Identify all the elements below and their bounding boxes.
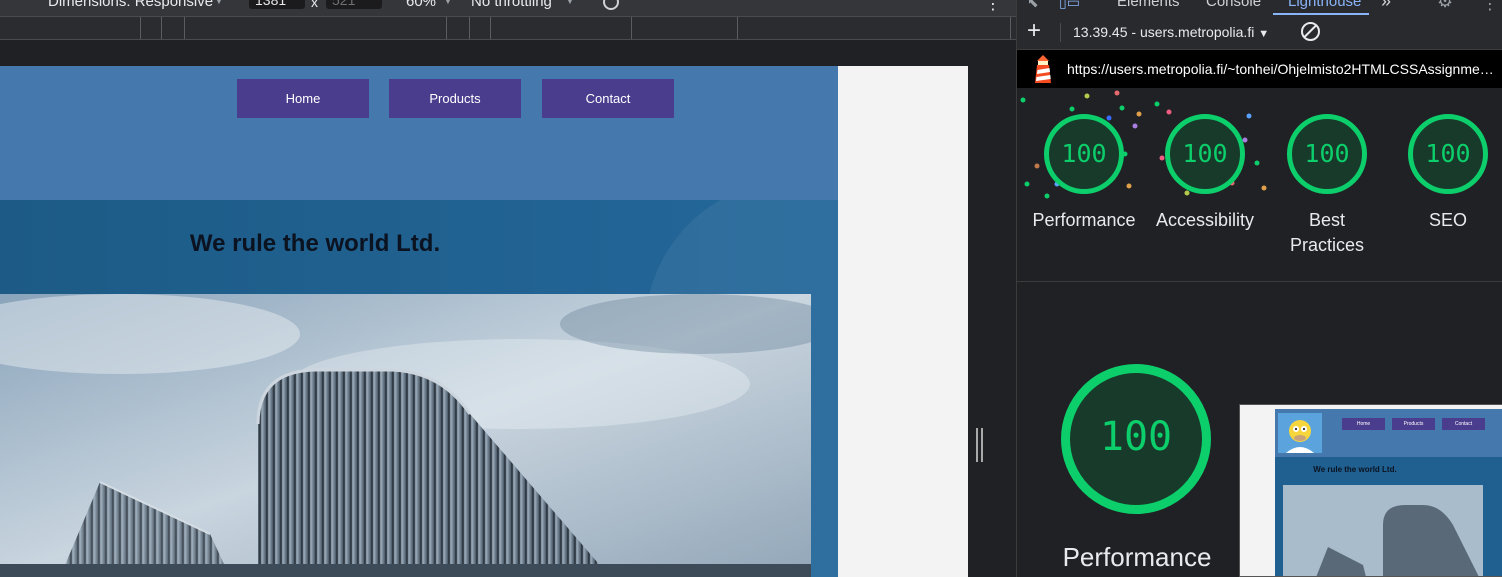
report-select[interactable]: 13.39.45 - users.metropolia.fi ▼ xyxy=(1073,24,1269,40)
toolbar-divider xyxy=(1060,23,1061,42)
device-toolbar-icon[interactable]: ▯▭ xyxy=(1059,0,1080,11)
add-report-button[interactable]: + xyxy=(1027,19,1041,43)
height-input[interactable]: 521 xyxy=(326,0,382,9)
more-options-icon[interactable]: ⋮ xyxy=(985,0,1001,14)
devtools-panel: ⬉ ▯▭ Elements Console Lighthouse » ⚙ ⋮ +… xyxy=(1016,0,1502,577)
lighthouse-logo-icon xyxy=(1035,55,1051,83)
page-screenshot-thumbnail[interactable]: Home Products Contact We rule the world … xyxy=(1239,404,1502,577)
devtools-tab-bar: ⬉ ▯▭ Elements Console Lighthouse » ⚙ ⋮ xyxy=(1017,0,1502,16)
performance-score-gauge[interactable]: 100 xyxy=(1044,114,1124,194)
chevron-down-icon[interactable]: ▼ xyxy=(565,0,575,7)
score-value: 100 xyxy=(1304,139,1350,168)
thumbnail-nav-products: Products xyxy=(1392,418,1435,430)
chevron-down-icon: ▼ xyxy=(1258,28,1270,40)
score-value: 100 xyxy=(1061,139,1107,168)
thumbnail-nav-home: Home xyxy=(1342,418,1385,430)
dimensions-select[interactable]: Dimensions: Responsive xyxy=(48,0,213,10)
thumbnail-nav-contact: Contact xyxy=(1442,418,1485,430)
site-title: We rule the world Ltd. xyxy=(189,230,441,257)
accessibility-score-gauge[interactable]: 100 xyxy=(1165,114,1245,194)
score-value: 100 xyxy=(1099,414,1173,460)
performance-detail-gauge: 100 xyxy=(1061,364,1211,514)
seo-score-gauge[interactable]: 100 xyxy=(1408,114,1488,194)
media-query-ruler[interactable] xyxy=(0,16,1016,40)
nav-home-button[interactable]: Home xyxy=(237,79,369,118)
performance-heading: Performance xyxy=(1062,542,1212,572)
more-tabs-button[interactable]: » xyxy=(1381,0,1391,12)
clear-reports-icon[interactable] xyxy=(1301,22,1320,41)
report-url[interactable]: https://users.metropolia.fi/~tonhei/Ohje… xyxy=(1067,61,1495,77)
width-input[interactable]: 1381 xyxy=(249,0,305,9)
score-summary: 100 Performance 100 Accessibility 100 Be… xyxy=(1017,88,1502,280)
nav-contact-button[interactable]: Contact xyxy=(542,79,674,118)
building-illustration xyxy=(1283,485,1483,576)
building-illustration xyxy=(0,294,811,577)
tab-lighthouse[interactable]: Lighthouse xyxy=(1288,0,1361,10)
score-value: 100 xyxy=(1425,139,1471,168)
tab-elements[interactable]: Elements xyxy=(1117,0,1180,10)
site-header: Home Products Contact xyxy=(0,66,838,200)
thumbnail-hero: We rule the world Ltd. xyxy=(1275,457,1502,576)
thumbnail-building-image xyxy=(1283,485,1483,576)
device-viewport: Home Products Contact We rule the world … xyxy=(0,40,1016,577)
throttling-select[interactable]: No throttling xyxy=(471,0,552,10)
lighthouse-toolbar: + 13.39.45 - users.metropolia.fi ▼ xyxy=(1017,16,1502,50)
cartoon-avatar-icon xyxy=(1278,413,1322,453)
inspect-element-icon[interactable]: ⬉ xyxy=(1027,0,1039,11)
report-select-label: 13.39.45 - users.metropolia.fi xyxy=(1073,24,1255,40)
avatar xyxy=(1278,413,1322,453)
best-practices-score-gauge[interactable]: 100 xyxy=(1287,114,1367,194)
active-tab-indicator xyxy=(1273,13,1369,15)
score-label: Performance xyxy=(1032,210,1136,230)
tab-console[interactable]: Console xyxy=(1206,0,1261,10)
site-hero: We rule the world Ltd. xyxy=(0,200,838,577)
chevron-down-icon[interactable]: ▼ xyxy=(443,0,453,7)
rotate-icon[interactable] xyxy=(603,0,619,10)
score-label: Accessibility xyxy=(1155,210,1255,230)
zoom-select[interactable]: 60% xyxy=(406,0,436,10)
settings-icon[interactable]: ⚙ xyxy=(1437,0,1453,12)
chevron-down-icon[interactable]: ▼ xyxy=(214,0,224,7)
section-divider xyxy=(1017,281,1502,282)
building-image xyxy=(0,294,811,577)
score-label: Best Practices xyxy=(1289,210,1365,255)
more-options-icon[interactable]: ⋮ xyxy=(1482,0,1498,14)
score-value: 100 xyxy=(1182,139,1228,168)
score-label: SEO xyxy=(1428,210,1467,230)
nav-products-button[interactable]: Products xyxy=(389,79,521,118)
report-url-bar: https://users.metropolia.fi/~tonhei/Ohje… xyxy=(1017,50,1502,88)
thumbnail-title: We rule the world Ltd. xyxy=(1313,465,1397,474)
page-canvas: Home Products Contact We rule the world … xyxy=(0,66,968,577)
dimension-separator: x xyxy=(311,0,318,10)
device-toolbar: Dimensions: Responsive ▼ 1381 x 521 60% … xyxy=(0,0,1016,40)
viewport-resize-handle[interactable] xyxy=(976,428,983,462)
